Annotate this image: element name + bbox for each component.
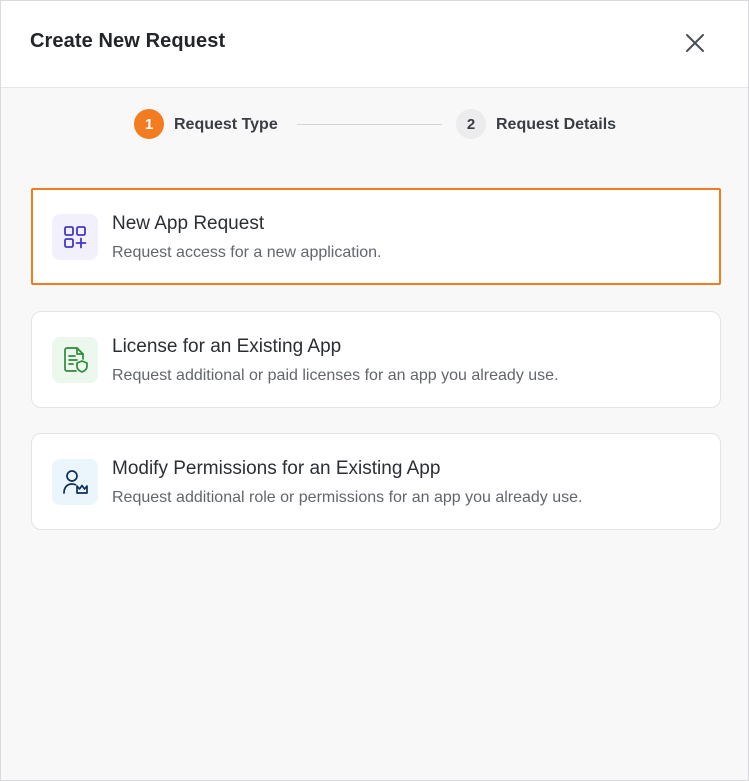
step-1-label: Request Type	[174, 116, 278, 133]
option-license-existing-app[interactable]: License for an Existing App Request addi…	[31, 311, 721, 408]
option-title: License for an Existing App	[112, 336, 342, 357]
step-1-number: 1	[134, 109, 164, 139]
step-2-label: Request Details	[496, 116, 617, 133]
step-connector	[297, 124, 442, 125]
stepper: 1 Request Type 2 Request Details	[1, 89, 748, 159]
option-title: New App Request	[112, 213, 265, 234]
option-description: Request additional role or permissions f…	[112, 489, 583, 506]
close-icon	[686, 34, 704, 52]
license-document-icon	[52, 337, 98, 383]
modal-header: Create New Request	[1, 1, 748, 88]
option-new-app-request[interactable]: New App Request Request access for a new…	[31, 188, 721, 285]
user-permissions-icon	[52, 459, 98, 505]
close-button[interactable]	[681, 29, 709, 57]
apps-add-icon	[52, 214, 98, 260]
option-modify-permissions[interactable]: Modify Permissions for an Existing App R…	[31, 433, 721, 530]
option-description: Request additional or paid licenses for …	[112, 367, 559, 384]
step-2-number: 2	[456, 109, 486, 139]
option-title: Modify Permissions for an Existing App	[112, 458, 441, 479]
modal-title: Create New Request	[30, 30, 226, 52]
create-request-modal: Create New Request 1 Request Type 2 Requ…	[0, 0, 749, 781]
option-description: Request access for a new application.	[112, 244, 382, 261]
